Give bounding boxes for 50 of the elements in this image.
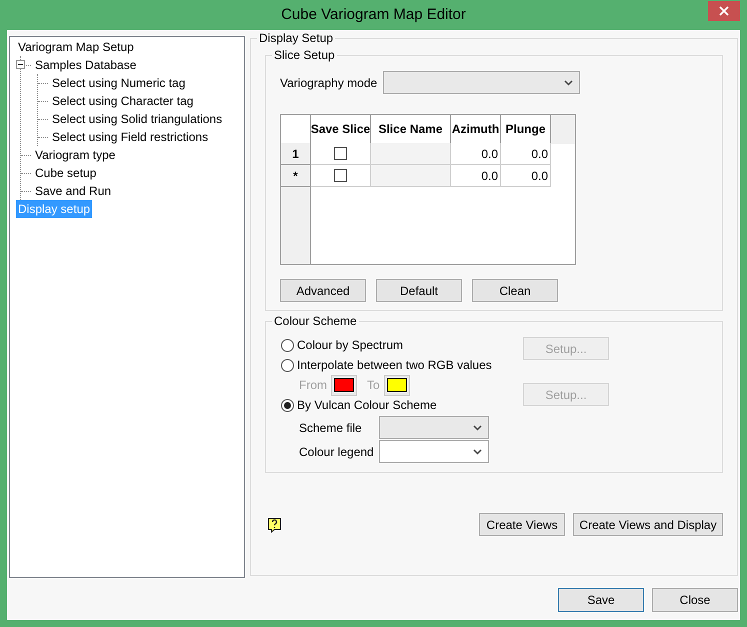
close-icon — [719, 6, 729, 16]
tree-item[interactable]: Variogram Map Setup — [16, 38, 136, 56]
button[interactable]: Default — [376, 279, 462, 302]
tree-item[interactable]: Cube setup — [33, 164, 98, 182]
collapse-toggle[interactable] — [16, 60, 25, 69]
tree-item[interactable]: Variogram type — [33, 146, 118, 164]
radio-label: By Vulcan Colour Scheme — [297, 397, 437, 414]
tree-item[interactable]: Select using Numeric tag — [50, 74, 188, 92]
button[interactable]: Create Views — [479, 513, 565, 536]
radio-button[interactable] — [281, 358, 294, 372]
footer-button[interactable]: Close — [652, 588, 738, 612]
chevron-down-icon — [473, 424, 482, 430]
colour-swatch[interactable] — [331, 374, 357, 396]
table-cell: 0.0 — [501, 165, 551, 187]
column-header: Save Slice — [311, 115, 371, 144]
row-header: 1 — [281, 143, 311, 165]
checkbox[interactable] — [334, 169, 347, 182]
column-header: Azimuth — [451, 115, 501, 144]
field-label: Colour legend — [299, 444, 375, 460]
checkbox[interactable] — [334, 147, 347, 160]
column-header: Plunge — [501, 115, 551, 144]
footer-button[interactable]: Save — [558, 588, 644, 612]
tree-item[interactable]: Select using Field restrictions — [50, 128, 210, 146]
tree-item[interactable]: Samples Database — [33, 56, 138, 74]
chevron-down-icon — [564, 80, 574, 86]
button[interactable]: Advanced — [280, 279, 366, 302]
radio-label: Colour by Spectrum — [297, 337, 404, 354]
radio-label: Interpolate between two RGB values — [297, 357, 492, 374]
button[interactable]: Create Views and Display — [573, 513, 723, 536]
radio-button[interactable] — [281, 338, 294, 352]
radio-button[interactable] — [281, 398, 294, 412]
chevron-down-icon — [473, 448, 482, 454]
close-button[interactable] — [708, 1, 740, 21]
table-cell: 0.0 — [451, 165, 501, 187]
tree-item[interactable]: Select using Solid triangulations — [50, 110, 224, 128]
help-icon — [267, 516, 282, 532]
swatch-label: From — [299, 377, 327, 394]
tree-item[interactable]: Select using Character tag — [50, 92, 196, 110]
button[interactable]: Clean — [472, 279, 558, 302]
field-label: Variography mode — [280, 74, 378, 92]
field-label: Scheme file — [299, 420, 363, 436]
swatch-label: To — [367, 377, 380, 394]
column-header: Slice Name — [371, 115, 451, 144]
table-cell: 0.0 — [451, 143, 501, 165]
group-title: Slice Setup — [272, 47, 337, 63]
colour-swatch[interactable] — [384, 374, 410, 396]
tree-item[interactable]: Save and Run — [33, 182, 114, 200]
window-title: Cube Variogram Map Editor — [281, 5, 466, 26]
table-cell: 0.0 — [501, 143, 551, 165]
group-title: Display Setup — [257, 30, 336, 46]
